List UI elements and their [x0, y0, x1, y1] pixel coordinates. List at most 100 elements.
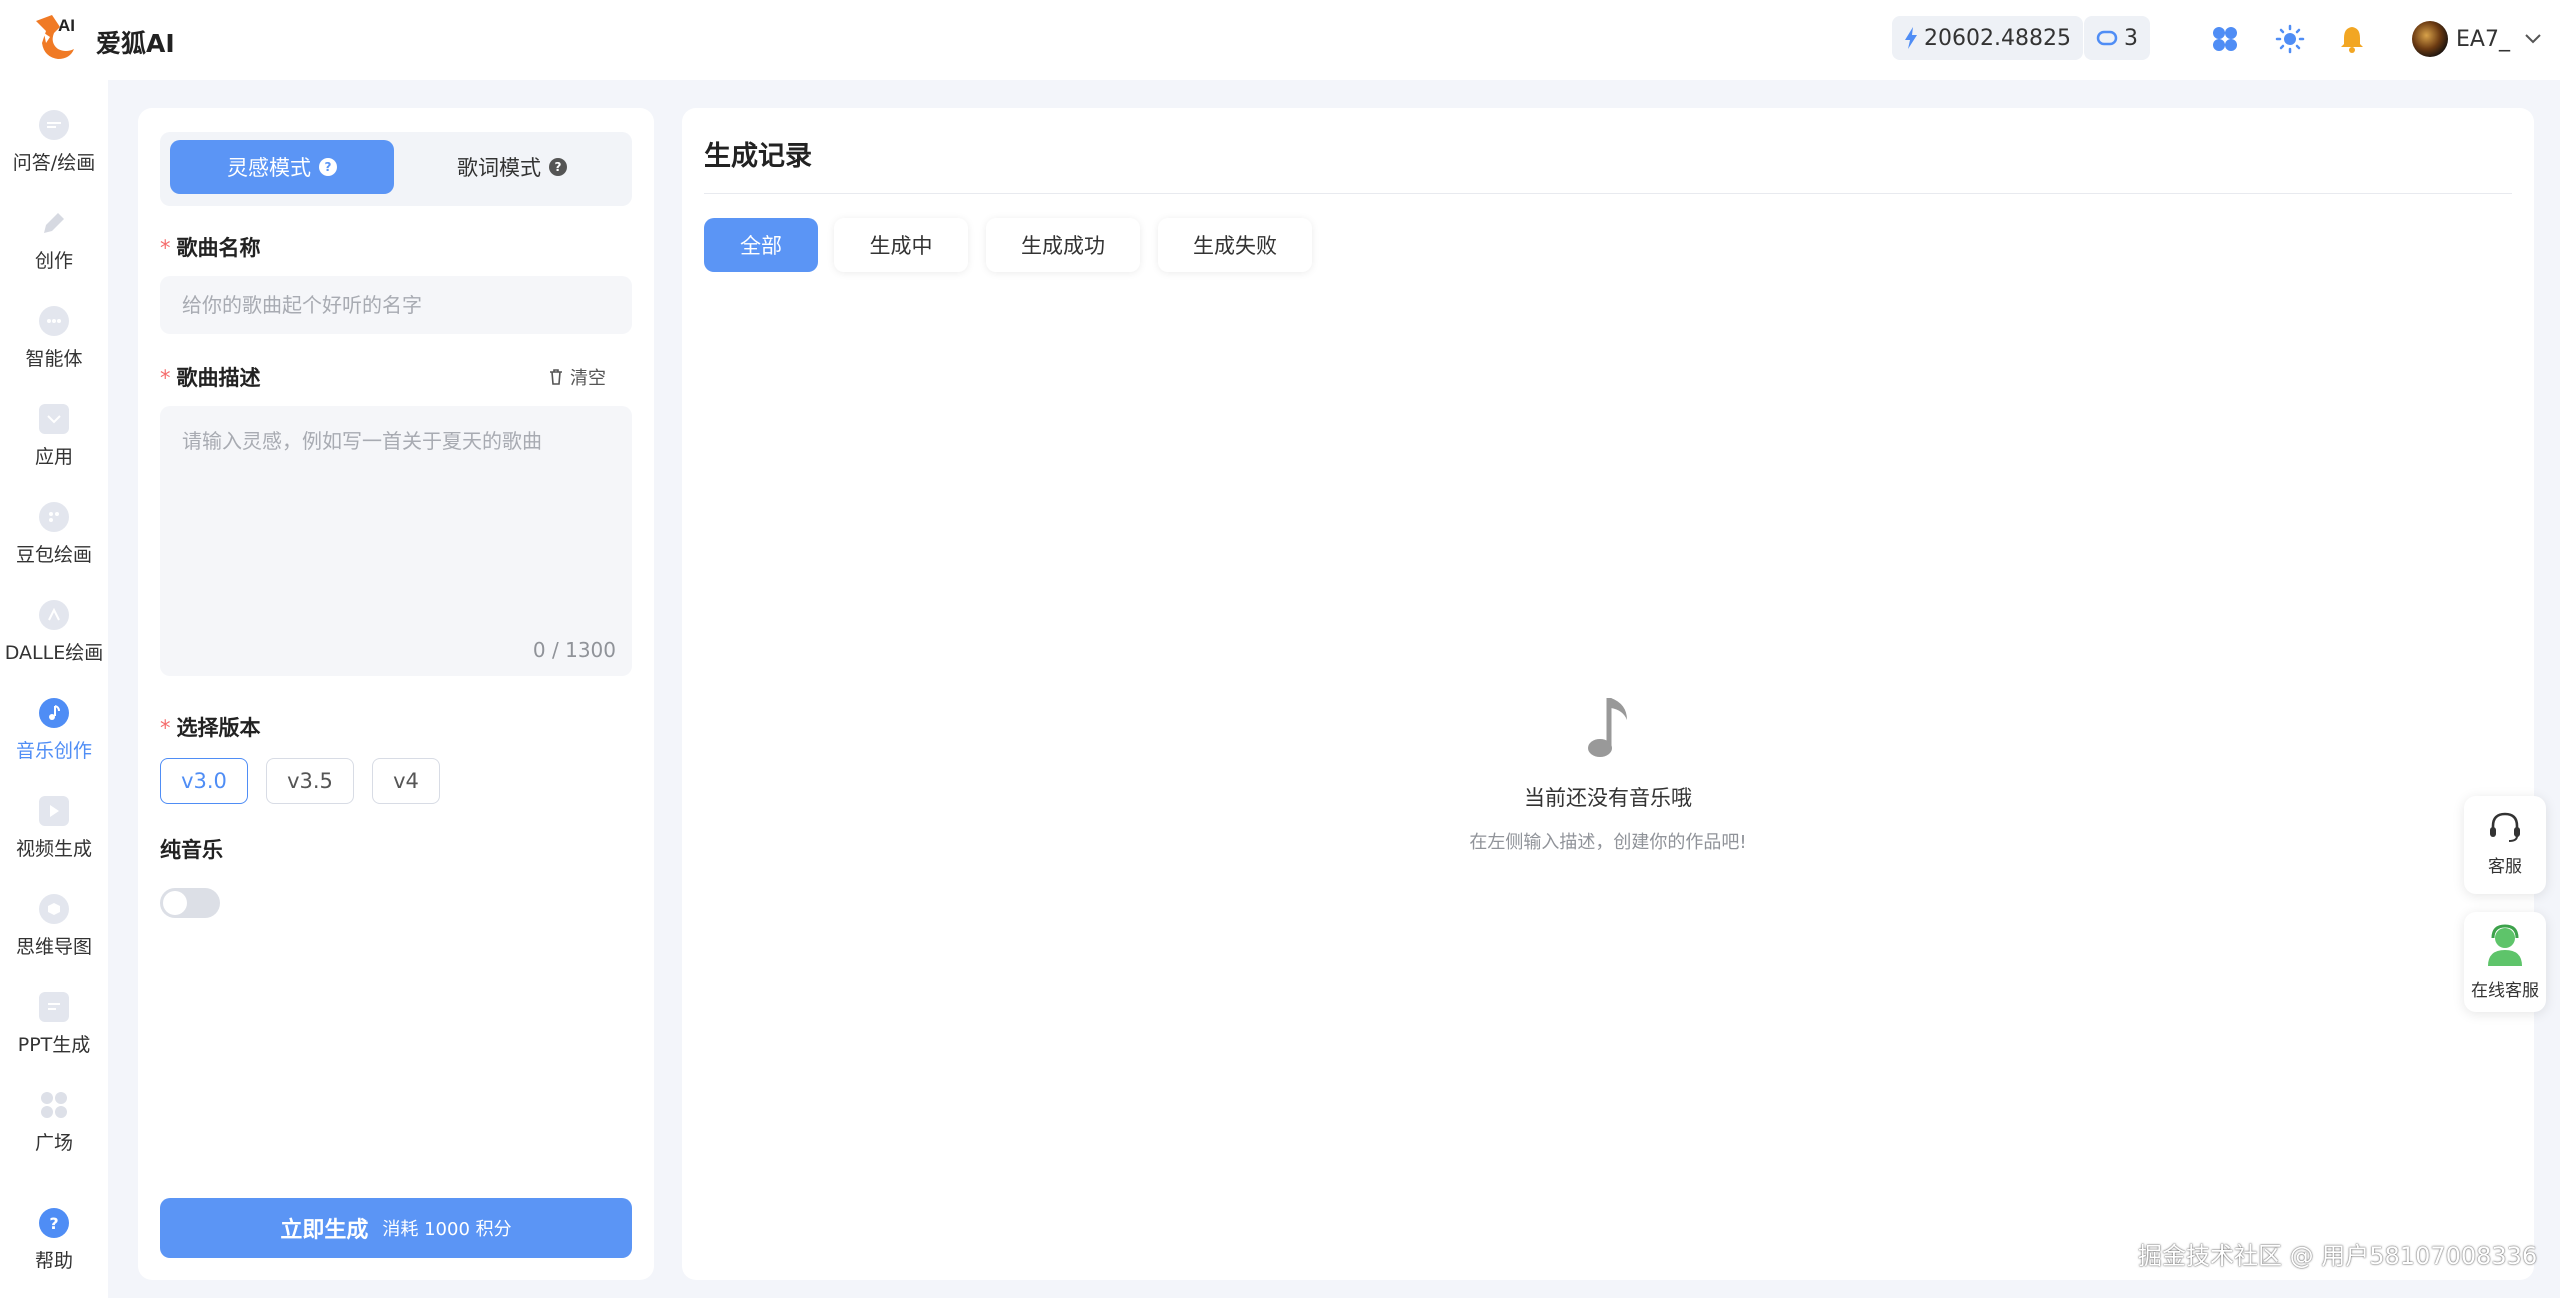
- sidebar-item-video[interactable]: 视频生成: [0, 796, 108, 861]
- version-label: * 选择版本: [160, 716, 261, 740]
- sidebar-item-help[interactable]: ? 帮助: [0, 1208, 108, 1273]
- empty-state-title: 当前还没有音乐哦: [1524, 786, 1692, 810]
- sidebar-item-ppt[interactable]: PPT生成: [0, 992, 108, 1057]
- headset-icon: [2464, 796, 2546, 848]
- app-icon: [39, 404, 69, 434]
- watermark: 掘金技术社区 @ 用户58107008336: [2138, 1242, 2538, 1270]
- online-service-label: 在线客服: [2471, 981, 2539, 1001]
- sidebar-nav: 问答/绘画 创作 智能体 应用 豆包绘画 DALLE绘画 音乐创作 视频生成 思…: [0, 80, 108, 1298]
- tab-generating[interactable]: 生成中: [834, 218, 968, 272]
- balance-badge[interactable]: 20602.48825: [1892, 16, 2083, 60]
- grid-icon: [39, 1090, 69, 1120]
- char-counter: 0 / 1300: [532, 638, 616, 662]
- palette-icon: [39, 502, 69, 532]
- question-icon[interactable]: ?: [319, 158, 337, 176]
- song-desc-label-text: 歌曲描述: [176, 366, 261, 390]
- apps-grid-icon[interactable]: [2208, 22, 2242, 56]
- generate-cost: 消耗 1000 积分: [382, 1219, 512, 1240]
- pencil-icon: [39, 208, 69, 238]
- tab-all[interactable]: 全部: [704, 218, 818, 272]
- fox-logo-icon[interactable]: AI: [30, 13, 84, 65]
- customer-service-button[interactable]: 客服: [2464, 796, 2546, 894]
- sidebar-item-create[interactable]: 创作: [0, 208, 108, 273]
- chevron-down-icon: [2525, 34, 2541, 44]
- token-value: 3: [2124, 25, 2138, 51]
- version-option-v35[interactable]: v3.5: [266, 758, 354, 804]
- version-label-text: 选择版本: [176, 716, 261, 740]
- records-panel: 生成记录 全部 生成中 生成成功 生成失败 当前还没有音乐哦 在左侧输入描述，创…: [682, 108, 2534, 1280]
- sidebar-item-label: 智能体: [25, 348, 83, 370]
- agent-icon: [39, 306, 69, 336]
- instrumental-toggle[interactable]: [160, 888, 220, 918]
- mode-label: 灵感模式: [227, 156, 311, 180]
- sidebar-item-label: PPT生成: [17, 1034, 91, 1056]
- song-name-label-text: 歌曲名称: [176, 236, 261, 260]
- theme-sun-icon[interactable]: [2273, 22, 2307, 56]
- instrumental-label: 纯音乐: [160, 838, 223, 862]
- tab-failed[interactable]: 生成失败: [1158, 218, 1312, 272]
- ppt-icon: [39, 992, 69, 1022]
- song-desc-label: * 歌曲描述: [160, 366, 261, 390]
- version-option-v30[interactable]: v3.0: [160, 758, 248, 804]
- sidebar-item-label: 广场: [34, 1132, 73, 1154]
- user-menu[interactable]: EA7_: [2412, 20, 2542, 58]
- trash-icon: [550, 369, 562, 385]
- username: EA7_: [2456, 26, 2510, 52]
- sidebar-item-label: 问答/绘画: [12, 152, 96, 174]
- music-icon: [39, 698, 69, 728]
- version-option-v4[interactable]: v4: [372, 758, 440, 804]
- generate-label: 立即生成: [280, 1218, 369, 1243]
- tab-inspiration-mode[interactable]: 灵感模式 ?: [170, 140, 394, 194]
- sidebar-item-mindmap[interactable]: 思维导图: [0, 894, 108, 959]
- sidebar-item-label: 帮助: [34, 1250, 73, 1272]
- sidebar-item-qa-drawing[interactable]: 问答/绘画: [0, 110, 108, 175]
- music-note-icon: [1579, 694, 1639, 768]
- clear-label: 清空: [570, 368, 606, 389]
- mindmap-icon: [39, 894, 69, 924]
- generate-button[interactable]: 立即生成 消耗 1000 积分: [160, 1198, 632, 1258]
- music-form-panel: 灵感模式 ? 歌词模式 ? *歌曲名称 *歌曲描述 清空 0 / 1300 *选…: [138, 108, 654, 1280]
- sidebar-item-label: 音乐创作: [15, 740, 92, 762]
- bolt-icon: [1905, 27, 1917, 49]
- toggle-knob: [163, 891, 187, 915]
- divider: [704, 193, 2512, 194]
- online-service-button[interactable]: 在线客服: [2464, 912, 2546, 1012]
- avatar: [2412, 21, 2448, 57]
- sidebar-item-label: 应用: [34, 446, 73, 468]
- balance-value: 20602.48825: [1924, 25, 2071, 51]
- token-icon: [2096, 30, 2118, 46]
- sidebar-item-dalle-drawing[interactable]: DALLE绘画: [0, 600, 108, 665]
- song-name-input[interactable]: [160, 276, 632, 334]
- sidebar-item-label: 豆包绘画: [15, 544, 92, 566]
- sidebar-item-music[interactable]: 音乐创作: [0, 698, 108, 763]
- sidebar-item-label: DALLE绘画: [4, 642, 104, 664]
- tab-lyrics-mode[interactable]: 歌词模式 ?: [400, 140, 624, 194]
- notification-bell-icon[interactable]: [2335, 22, 2369, 56]
- empty-state-subtitle: 在左侧输入描述，创建你的作品吧!: [1469, 832, 1747, 853]
- song-name-label: * 歌曲名称: [160, 236, 261, 260]
- sidebar-item-label: 创作: [34, 250, 73, 272]
- svg-text:AI: AI: [58, 16, 75, 35]
- mode-switch: 灵感模式 ? 歌词模式 ?: [160, 132, 632, 206]
- page-title: 生成记录: [704, 141, 812, 172]
- app-name: 爱狐AI: [96, 29, 175, 58]
- mode-label: 歌词模式: [457, 156, 541, 180]
- service-label: 客服: [2488, 857, 2522, 877]
- dalle-icon: [39, 600, 69, 630]
- clear-button[interactable]: 清空: [548, 364, 606, 390]
- chat-icon: [39, 110, 69, 140]
- token-badge[interactable]: 3: [2084, 16, 2150, 60]
- question-icon[interactable]: ?: [549, 158, 567, 176]
- tab-success[interactable]: 生成成功: [986, 218, 1140, 272]
- top-header: AI 爱狐AI 20602.48825 3 EA7_: [0, 0, 2560, 80]
- sidebar-item-plaza[interactable]: 广场: [0, 1090, 108, 1155]
- sidebar-item-label: 思维导图: [15, 936, 92, 958]
- sidebar-item-doubao-drawing[interactable]: 豆包绘画: [0, 502, 108, 567]
- sidebar-item-agent[interactable]: 智能体: [0, 306, 108, 371]
- support-agent-icon: [2464, 912, 2546, 972]
- video-icon: [39, 796, 69, 826]
- song-desc-textarea[interactable]: [160, 406, 632, 676]
- sidebar-item-label: 视频生成: [15, 838, 92, 860]
- help-icon: ?: [39, 1208, 69, 1238]
- sidebar-item-apps[interactable]: 应用: [0, 404, 108, 469]
